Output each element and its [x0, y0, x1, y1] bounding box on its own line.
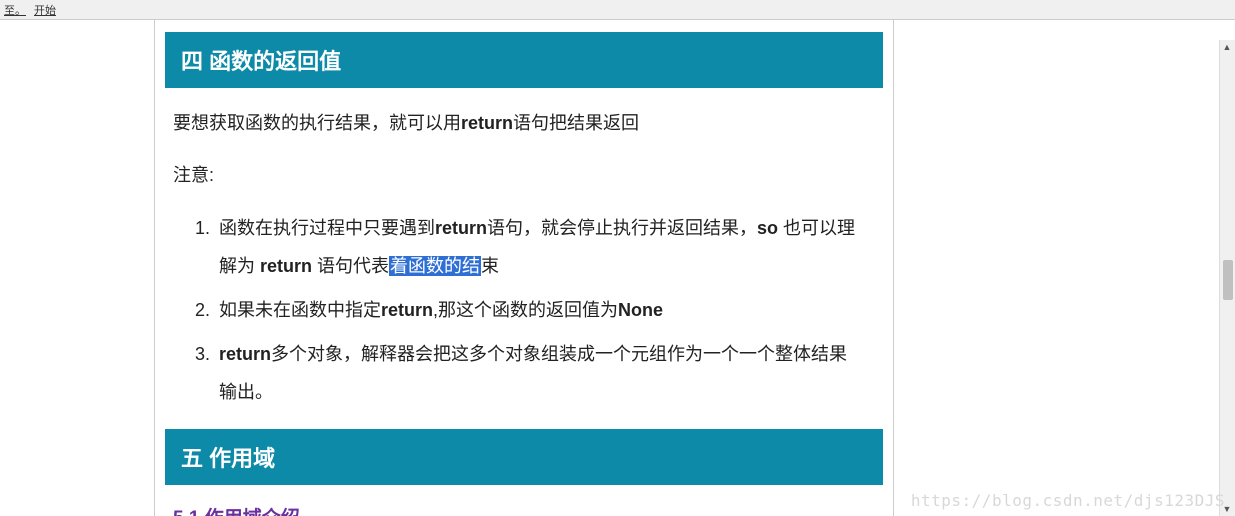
return-keyword: return — [260, 256, 312, 276]
return-keyword: return — [461, 113, 513, 133]
return-keyword: return — [219, 344, 271, 364]
section-4-header: 四 函数的返回值 — [165, 32, 883, 88]
text: 函数在执行过程中只要遇到 — [219, 218, 435, 238]
text: 要想获取函数的执行结果，就可以用 — [173, 113, 461, 133]
document-content: 四 函数的返回值 要想获取函数的执行结果，就可以用return语句把结果返回 注… — [154, 20, 894, 516]
section-5-1-subheading: 5.1 作用域介绍 — [173, 503, 875, 516]
section-5-header: 五 作用域 — [165, 429, 883, 485]
list-item: return多个对象，解释器会把这多个对象组装成一个元组作为一个一个整体结果输出… — [215, 336, 863, 412]
scroll-up-icon[interactable]: ▲ — [1222, 42, 1232, 52]
scroll-down-icon[interactable]: ▼ — [1222, 504, 1232, 514]
text: 束 — [481, 256, 499, 276]
text: 语句代表 — [312, 256, 389, 276]
list-item: 如果未在函数中指定return,那这个函数的返回值为None — [215, 292, 863, 330]
toolbar-item[interactable]: 至。 — [4, 2, 26, 17]
scrollbar-thumb[interactable] — [1223, 260, 1233, 300]
text: ,那这个函数的返回值为 — [433, 300, 618, 320]
window-toolbar: 至。 开始 — [0, 0, 1235, 20]
section-4-intro: 要想获取函数的执行结果，就可以用return语句把结果返回 — [173, 106, 875, 140]
return-keyword: return — [435, 218, 487, 238]
main-area: 四 函数的返回值 要想获取函数的执行结果，就可以用return语句把结果返回 注… — [0, 20, 1235, 516]
text: 语句把结果返回 — [513, 113, 639, 133]
text: 语句，就会停止执行并返回结果， — [487, 218, 757, 238]
so-keyword: so — [757, 218, 778, 238]
text: 多个对象，解释器会把这多个对象组装成一个元组作为一个一个整体结果输出。 — [219, 344, 847, 402]
toolbar-item-start[interactable]: 开始 — [34, 2, 56, 17]
vertical-scrollbar[interactable]: ▲ ▼ — [1219, 40, 1235, 516]
note-list: 函数在执行过程中只要遇到return语句，就会停止执行并返回结果，so 也可以理… — [215, 210, 863, 411]
selected-text: 着函数的结 — [389, 256, 481, 276]
none-keyword: None — [618, 300, 663, 320]
list-item: 函数在执行过程中只要遇到return语句，就会停止执行并返回结果，so 也可以理… — [215, 210, 863, 286]
text: 如果未在函数中指定 — [219, 300, 381, 320]
note-label: 注意: — [173, 158, 875, 192]
return-keyword: return — [381, 300, 433, 320]
